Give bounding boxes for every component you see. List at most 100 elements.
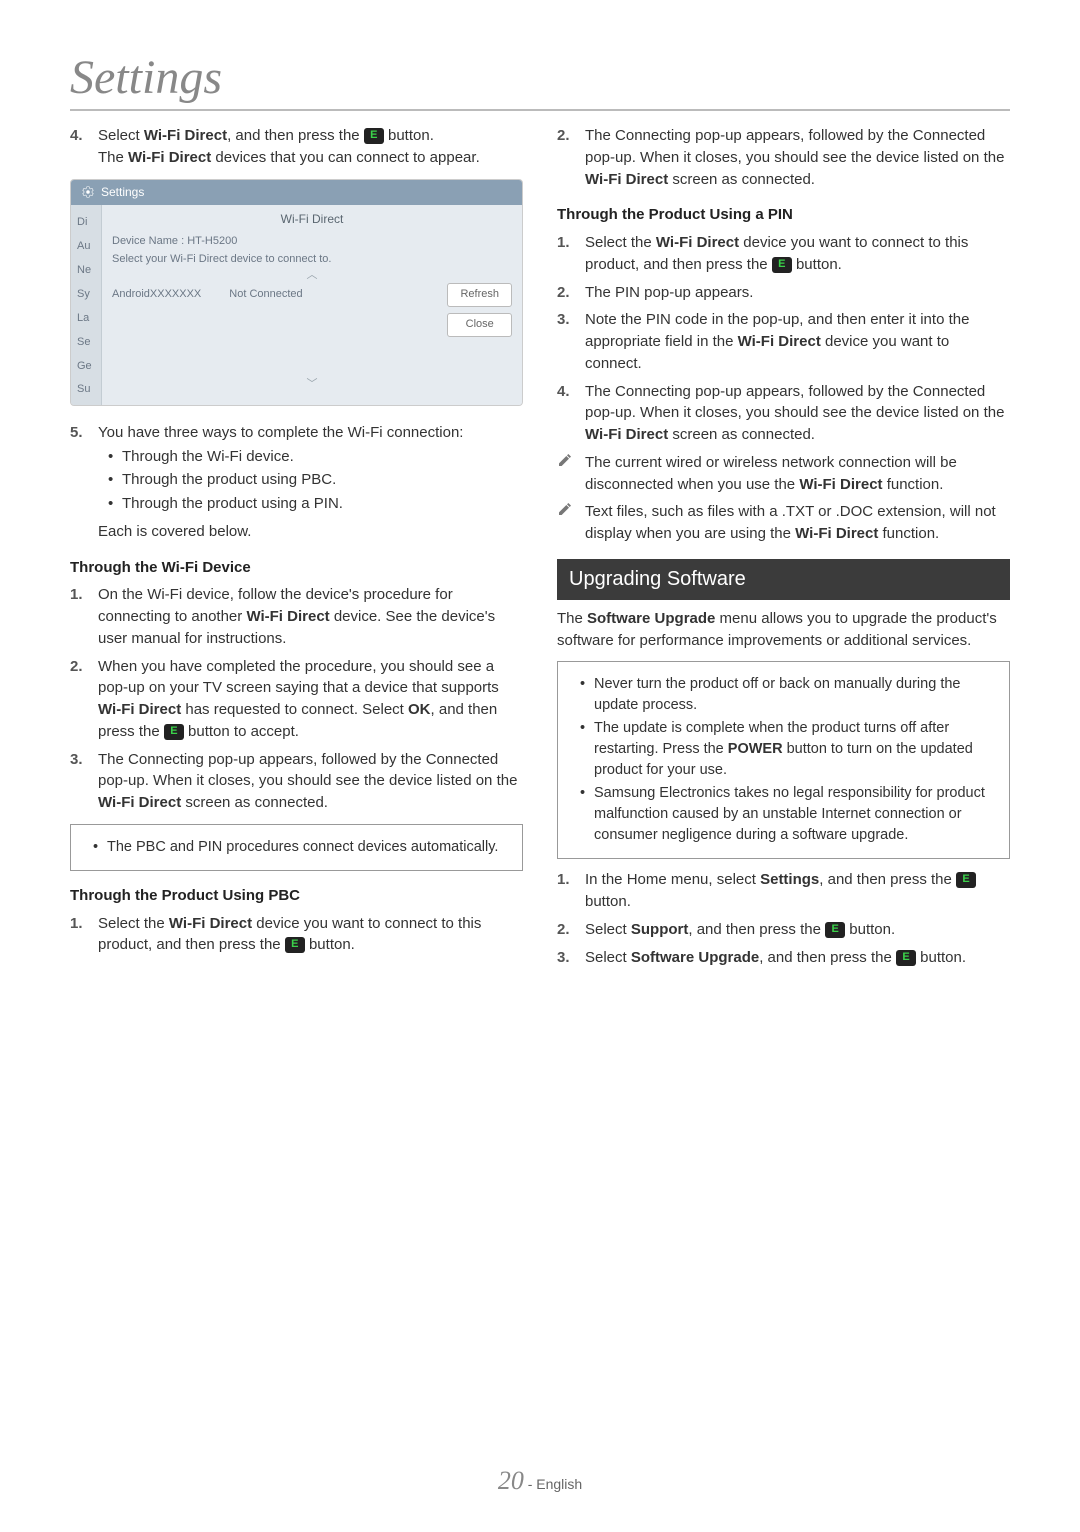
sw-step-1: 1. In the Home menu, select Settings, an… bbox=[557, 869, 1010, 913]
side-item: Su bbox=[71, 378, 101, 402]
page-number: 20 bbox=[498, 1466, 524, 1495]
step-number: 5. bbox=[70, 422, 98, 543]
step-body: The Connecting pop-up appears, followed … bbox=[585, 125, 1010, 190]
pin-step-1: 1. Select the Wi-Fi Direct device you wa… bbox=[557, 232, 1010, 276]
step-body: Select the Wi-Fi Direct device you want … bbox=[585, 232, 1010, 276]
device-status: Not Connected bbox=[229, 287, 302, 303]
step-body: Select Software Upgrade, and then press … bbox=[585, 947, 1010, 969]
step-body: On the Wi-Fi device, follow the device's… bbox=[98, 584, 523, 649]
t: Wi-Fi Direct bbox=[98, 701, 181, 718]
t: Through the product using a PIN. bbox=[122, 493, 343, 515]
two-column-layout: 4. Select Wi-Fi Direct , and then press t… bbox=[70, 125, 1010, 974]
side-item: Di bbox=[71, 211, 101, 235]
pbc-pin-note-box: •The PBC and PIN procedures connect devi… bbox=[70, 824, 523, 871]
bullet-icon: • bbox=[93, 837, 107, 858]
settings-screenshot: Settings Di Au Ne Sy La Se Ge Su Wi-Fi D… bbox=[70, 179, 523, 406]
subheading-pin: Through the Product Using a PIN bbox=[557, 204, 1010, 226]
t: Each is covered below. bbox=[98, 521, 523, 543]
t: button. bbox=[792, 256, 842, 273]
enter-icon: E bbox=[364, 128, 384, 144]
step-number: 2. bbox=[557, 919, 585, 941]
t: button. bbox=[305, 936, 355, 953]
enter-icon: E bbox=[956, 872, 976, 888]
enter-icon: E bbox=[772, 257, 792, 273]
upgrade-intro: The Software Upgrade menu allows you to … bbox=[557, 608, 1010, 652]
t: function. bbox=[883, 476, 944, 493]
step-number: 4. bbox=[557, 381, 585, 446]
pin-step-3: 3. Note the PIN code in the pop-up, and … bbox=[557, 309, 1010, 374]
t: You have three ways to complete the Wi-F… bbox=[98, 422, 523, 444]
note-body: Text files, such as files with a .TXT or… bbox=[585, 501, 1010, 545]
t: Wi-Fi Direct bbox=[738, 333, 821, 350]
t: Through the Wi-Fi device. bbox=[122, 446, 294, 468]
step-number: 1. bbox=[557, 232, 585, 276]
note-2: Text files, such as files with a .TXT or… bbox=[557, 501, 1010, 545]
popup-hint: Select your Wi-Fi Direct device to conne… bbox=[102, 252, 522, 270]
step-body: The Connecting pop-up appears, followed … bbox=[585, 381, 1010, 446]
pbc-step-2: 2. The Connecting pop-up appears, follow… bbox=[557, 125, 1010, 190]
subheading-wifi-device: Through the Wi-Fi Device bbox=[70, 557, 523, 579]
sw-step-3: 3. Select Software Upgrade, and then pre… bbox=[557, 947, 1010, 969]
t: Software Upgrade bbox=[631, 949, 759, 966]
t: button. bbox=[916, 949, 966, 966]
t: Wi-Fi Direct bbox=[246, 608, 329, 625]
t: devices that you can connect to appear. bbox=[211, 149, 480, 166]
t: Select bbox=[585, 949, 631, 966]
chevron-down-icon: ﹀ bbox=[102, 379, 522, 390]
t: , and then press the bbox=[819, 871, 956, 888]
step-number: 3. bbox=[557, 947, 585, 969]
step-number: 3. bbox=[557, 309, 585, 374]
t: The Connecting pop-up appears, followed … bbox=[585, 127, 1004, 166]
enter-icon: E bbox=[164, 724, 184, 740]
t: Through the product using PBC. bbox=[122, 469, 336, 491]
bullet-icon: • bbox=[580, 783, 594, 846]
bullet-icon: • bbox=[108, 446, 122, 468]
bullet-icon: • bbox=[580, 674, 594, 716]
t: Wi-Fi Direct bbox=[799, 476, 882, 493]
left-column: 4. Select Wi-Fi Direct, and then press t… bbox=[70, 125, 523, 974]
t: screen as connected. bbox=[668, 171, 815, 188]
t: Wi-Fi Direct bbox=[98, 794, 181, 811]
step-body: Select the Wi-Fi Direct device you want … bbox=[98, 913, 523, 957]
screenshot-title: Settings bbox=[101, 184, 144, 201]
step-number: 1. bbox=[70, 913, 98, 957]
side-item: La bbox=[71, 307, 101, 331]
t: The bbox=[98, 149, 128, 166]
t: The bbox=[557, 610, 587, 627]
t: Wi-Fi Direct bbox=[585, 171, 668, 188]
note-body: The current wired or wireless network co… bbox=[585, 452, 1010, 496]
close-button[interactable]: Close bbox=[447, 313, 512, 337]
popup-buttons: Refresh Close bbox=[447, 283, 512, 337]
wifi-step-1: 1. On the Wi-Fi device, follow the devic… bbox=[70, 584, 523, 649]
step-number: 2. bbox=[70, 656, 98, 743]
t: Never turn the product off or back on ma… bbox=[594, 674, 997, 716]
t: The Connecting pop-up appears, followed … bbox=[98, 751, 517, 790]
step-body: The PIN pop-up appears. bbox=[585, 282, 1010, 304]
step-number: 2. bbox=[557, 282, 585, 304]
t: In the Home menu, select bbox=[585, 871, 760, 888]
upgrade-warning-box: •Never turn the product off or back on m… bbox=[557, 661, 1010, 859]
t: Wi-Fi Direct bbox=[169, 915, 252, 932]
side-item: Se bbox=[71, 331, 101, 355]
t: Wi-Fi Direct bbox=[144, 127, 227, 144]
side-item: Ge bbox=[71, 355, 101, 379]
page-title: Settings bbox=[70, 50, 1010, 111]
step-4: 4. Select Wi-Fi Direct, and then press t… bbox=[70, 125, 523, 169]
t: button. bbox=[845, 921, 895, 938]
pbc-step-1: 1. Select the Wi-Fi Direct device you wa… bbox=[70, 913, 523, 957]
t: button to accept. bbox=[184, 723, 299, 740]
t: Select the bbox=[98, 915, 169, 932]
screenshot-body: Di Au Ne Sy La Se Ge Su Wi-Fi Direct Dev… bbox=[71, 205, 522, 405]
enter-icon: E bbox=[896, 950, 916, 966]
step-number: 3. bbox=[70, 749, 98, 814]
t: Wi-Fi Direct bbox=[656, 234, 739, 251]
bullet-icon: • bbox=[108, 493, 122, 515]
side-item: Sy bbox=[71, 283, 101, 307]
refresh-button[interactable]: Refresh bbox=[447, 283, 512, 307]
screenshot-sidebar: Di Au Ne Sy La Se Ge Su bbox=[71, 205, 101, 405]
t: Settings bbox=[760, 871, 819, 888]
pencil-note-icon bbox=[557, 452, 577, 496]
t: , and then press the bbox=[688, 921, 825, 938]
side-item: Ne bbox=[71, 259, 101, 283]
pin-step-2: 2. The PIN pop-up appears. bbox=[557, 282, 1010, 304]
